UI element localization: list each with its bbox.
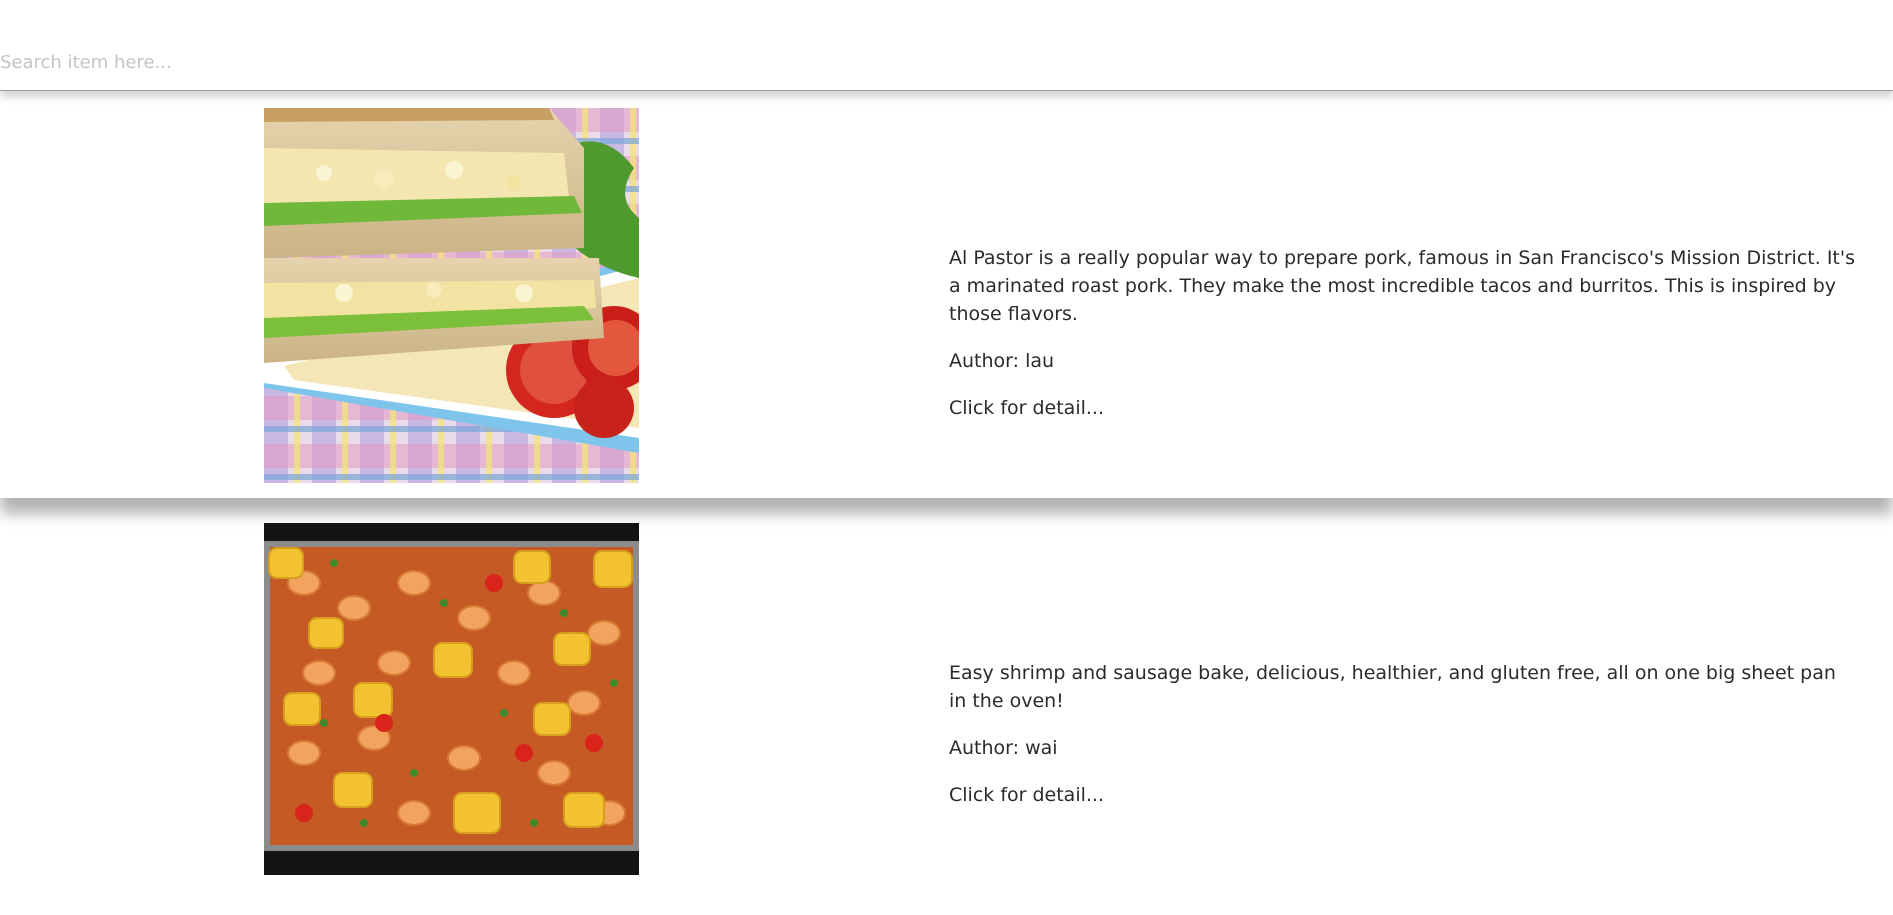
recipe-description: Easy shrimp and sausage bake, delicious,… bbox=[949, 662, 1836, 712]
recipe-image-sandwich[interactable] bbox=[264, 108, 639, 483]
search-bar bbox=[0, 0, 1893, 91]
recipe-card[interactable]: Al Pastor is a really popular way to pre… bbox=[0, 98, 1893, 498]
recipe-card[interactable]: Easy shrimp and sausage bake, delicious,… bbox=[0, 515, 1893, 915]
recipe-description: Al Pastor is a really popular way to pre… bbox=[949, 247, 1855, 325]
recipe-info: Easy shrimp and sausage bake, delicious,… bbox=[949, 659, 1859, 828]
search-input[interactable] bbox=[0, 48, 900, 76]
recipe-info: Al Pastor is a really popular way to pre… bbox=[949, 244, 1859, 441]
detail-link[interactable]: Click for detail... bbox=[949, 781, 1859, 809]
recipe-author: Author: wai bbox=[949, 737, 1058, 759]
recipe-image-shrimp-bake[interactable] bbox=[264, 523, 639, 875]
detail-link[interactable]: Click for detail... bbox=[949, 394, 1859, 422]
recipe-author: Author: lau bbox=[949, 350, 1055, 372]
